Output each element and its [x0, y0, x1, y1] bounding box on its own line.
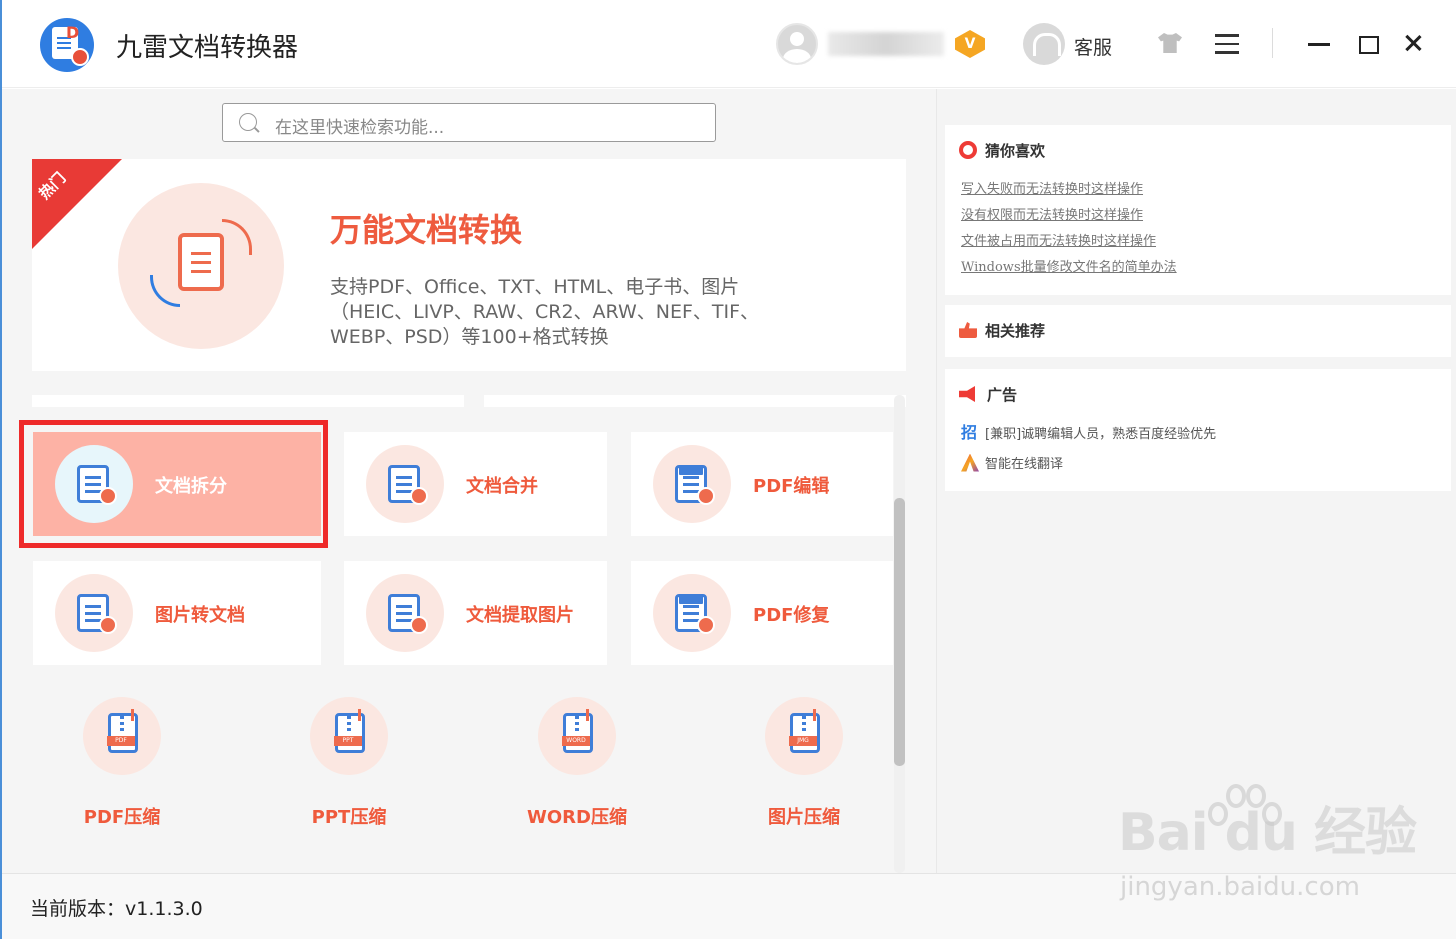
compress-word[interactable]: WORD WORD压缩	[487, 697, 667, 847]
heart-icon	[959, 141, 977, 159]
guess-link[interactable]: 写入失败而无法转换时这样操作	[961, 178, 1143, 197]
recruit-icon: 招	[961, 422, 978, 442]
watermark-url: jingyan.baidu.com	[1120, 872, 1360, 902]
hero-title: 万能文档转换	[330, 211, 523, 249]
title-divider	[1272, 28, 1273, 58]
compress-label: WORD压缩	[527, 807, 627, 828]
universal-convert-card[interactable]: 热门 万能文档转换 支持PDF、Office、TXT、HTML、电子书、图片（H…	[32, 159, 906, 371]
convert-document-icon	[118, 183, 284, 349]
document-merge-icon	[366, 445, 444, 523]
compress-label: PDF压缩	[83, 807, 161, 828]
tool-card-label: 文档合并	[466, 476, 538, 497]
thumbs-up-icon	[959, 322, 977, 338]
close-button[interactable]	[1400, 30, 1426, 56]
tool-card-image-to-document[interactable]: 图片转文档	[33, 561, 321, 665]
extract-image-icon	[366, 574, 444, 652]
tool-card-label: PDF修复	[753, 605, 830, 626]
maximize-button[interactable]	[1354, 30, 1380, 56]
ad-text: [兼职]诚聘编辑人员，熟悉百度经验优先	[985, 427, 1217, 442]
scrollbar[interactable]	[894, 395, 905, 873]
tool-card-extract-image[interactable]: 文档提取图片	[344, 561, 607, 665]
customer-service-button[interactable]: 客服	[1074, 33, 1112, 60]
pdf-repair-icon	[653, 574, 731, 652]
vip-badge-icon[interactable]: V	[955, 30, 985, 58]
tool-card-pdf-repair[interactable]: PDF修复	[631, 561, 893, 665]
tool-card-label: PDF编辑	[753, 476, 830, 497]
section-divider-right	[484, 395, 906, 407]
search-icon	[239, 113, 257, 131]
app-logo-icon: D	[40, 18, 94, 72]
guess-you-like-panel: 猜你喜欢 写入失败而无法转换时这样操作 没有权限而无法转换时这样操作 文件被占用…	[945, 125, 1451, 295]
guess-link[interactable]: 没有权限而无法转换时这样操作	[961, 204, 1143, 223]
pdf-zip-icon: PDF	[83, 697, 161, 775]
compress-ppt[interactable]: PPT PPT压缩	[259, 697, 439, 847]
right-sidebar: 猜你喜欢 写入失败而无法转换时这样操作 没有权限而无法转换时这样操作 文件被占用…	[936, 89, 1456, 873]
tool-card-label: 文档提取图片	[466, 605, 574, 626]
image-to-document-icon	[55, 574, 133, 652]
hero-description: 支持PDF、Office、TXT、HTML、电子书、图片（HEIC、LIVP、R…	[330, 276, 760, 348]
headset-icon[interactable]	[1023, 23, 1065, 65]
app-window: D 九雷文档转换器 V 客服 在这里快速检索功能... 热门 万能文档转换 支持…	[0, 0, 1456, 939]
main-area: 在这里快速检索功能... 热门 万能文档转换 支持PDF、Office、TXT、…	[2, 89, 936, 873]
version-label: 当前版本：v1.1.3.0	[30, 898, 203, 920]
skin-shirt-icon[interactable]	[1158, 33, 1182, 53]
ads-panel: 广告 招 [兼职]诚聘编辑人员，熟悉百度经验优先 智能在线翻译	[945, 369, 1451, 491]
tool-card-document-merge[interactable]: 文档合并	[344, 432, 607, 536]
panel-title: 相关推荐	[985, 321, 1046, 340]
watermark-brand: Bai du 经验	[1118, 803, 1417, 863]
panel-title: 猜你喜欢	[985, 141, 1046, 160]
section-divider-left	[32, 395, 464, 407]
image-zip-icon: JMG	[765, 697, 843, 775]
word-zip-icon: WORD	[538, 697, 616, 775]
related-panel: 相关推荐	[945, 305, 1451, 357]
ad-item[interactable]: 招 [兼职]诚聘编辑人员，熟悉百度经验优先	[961, 423, 1216, 442]
guess-link[interactable]: 文件被占用而无法转换时这样操作	[961, 230, 1156, 249]
app-title: 九雷文档转换器	[116, 33, 299, 63]
tool-card-pdf-edit[interactable]: PDF编辑	[631, 432, 893, 536]
user-avatar[interactable]	[776, 23, 818, 65]
search-placeholder: 在这里快速检索功能...	[275, 118, 445, 138]
tool-card-label: 图片转文档	[155, 605, 245, 626]
ad-item[interactable]: 智能在线翻译	[961, 453, 1063, 472]
compress-pdf[interactable]: PDF PDF压缩	[32, 697, 212, 847]
selection-highlight	[19, 420, 328, 548]
guess-link[interactable]: Windows批量修改文件名的简单办法	[961, 256, 1177, 275]
megaphone-icon	[959, 386, 975, 402]
user-name-blurred[interactable]	[828, 32, 944, 56]
ad-text: 智能在线翻译	[985, 457, 1064, 472]
compress-image[interactable]: JMG 图片压缩	[714, 697, 894, 847]
hot-ribbon	[32, 159, 122, 249]
translate-icon	[961, 453, 979, 472]
minimize-button[interactable]	[1306, 30, 1332, 56]
compress-label: 图片压缩	[768, 807, 840, 828]
panel-title: 广告	[987, 385, 1018, 404]
ppt-zip-icon: PPT	[310, 697, 388, 775]
pdf-edit-icon	[653, 445, 731, 523]
scrollbar-thumb[interactable]	[894, 498, 905, 766]
compress-label: PPT压缩	[311, 807, 387, 828]
search-input[interactable]: 在这里快速检索功能...	[222, 103, 716, 142]
menu-icon[interactable]	[1215, 34, 1239, 54]
title-bar: D 九雷文档转换器 V 客服	[2, 0, 1456, 88]
